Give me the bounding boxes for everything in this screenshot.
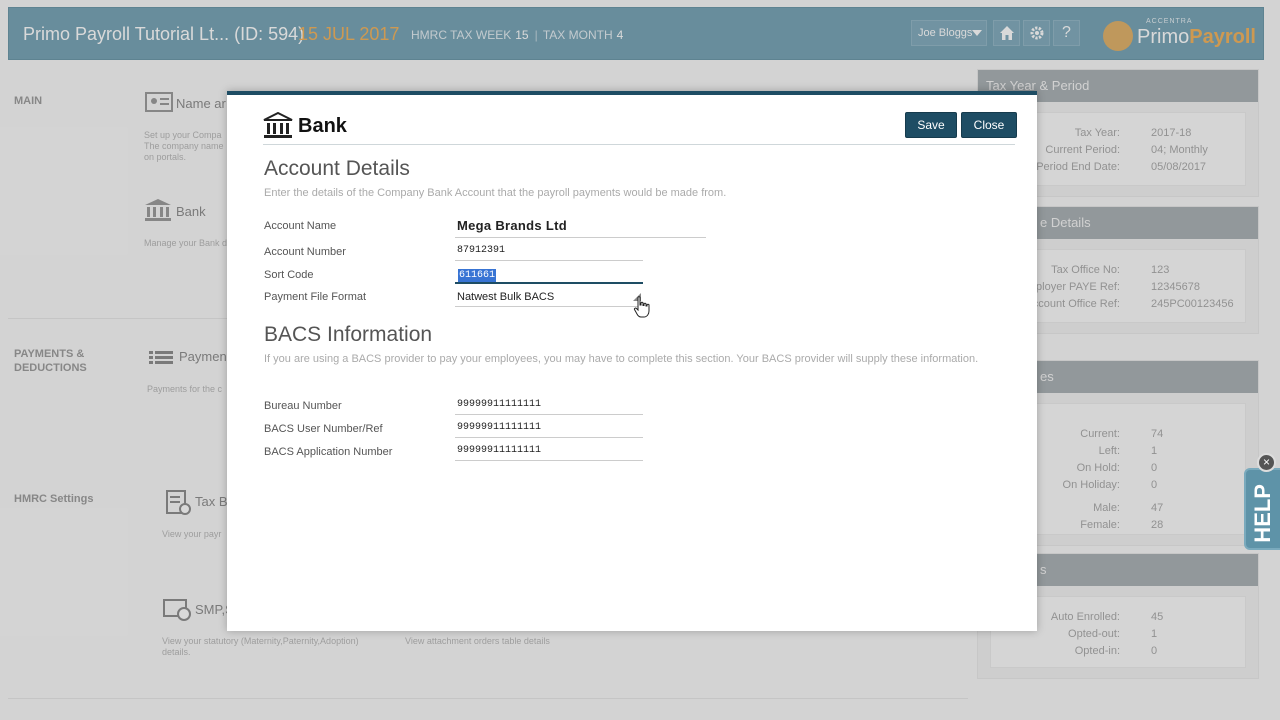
bacs-heading: BACS Information bbox=[264, 323, 433, 346]
divider bbox=[263, 144, 1015, 145]
payment-format-select[interactable]: Natwest Bulk BACS bbox=[455, 287, 643, 307]
help-label: HELP bbox=[1250, 484, 1275, 543]
save-button[interactable]: Save bbox=[905, 112, 957, 138]
dialog-title: Bank bbox=[298, 115, 347, 137]
help-tab[interactable]: HELP bbox=[1244, 468, 1280, 550]
sort-code-label: Sort Code bbox=[264, 269, 314, 281]
close-icon[interactable]: × bbox=[1257, 453, 1276, 472]
bacs-app-number-input[interactable] bbox=[455, 441, 643, 461]
account-name-label: Account Name bbox=[264, 220, 337, 232]
account-name-input[interactable] bbox=[455, 214, 706, 238]
sort-code-value: 611661 bbox=[458, 269, 497, 282]
close-button[interactable]: Close bbox=[961, 112, 1017, 138]
bacs-desc: If you are using a BACS provider to pay … bbox=[264, 353, 979, 365]
hand-cursor-icon bbox=[633, 296, 650, 318]
bureau-number-label: Bureau Number bbox=[264, 400, 342, 412]
account-details-desc: Enter the details of the Company Bank Ac… bbox=[264, 187, 727, 199]
account-number-input[interactable] bbox=[455, 241, 643, 261]
payment-format-label: Payment File Format bbox=[264, 291, 367, 303]
bacs-user-ref-input[interactable] bbox=[455, 418, 643, 438]
bank-dialog: Bank Save Close Account Details Enter th… bbox=[227, 91, 1037, 631]
bacs-app-number-label: BACS Application Number bbox=[264, 446, 393, 458]
bacs-user-ref-label: BACS User Number/Ref bbox=[264, 423, 383, 435]
account-details-heading: Account Details bbox=[264, 157, 410, 180]
payment-format-value: Natwest Bulk BACS bbox=[457, 291, 555, 303]
bureau-number-input[interactable] bbox=[455, 395, 643, 415]
account-number-label: Account Number bbox=[264, 246, 346, 258]
bank-icon bbox=[263, 112, 293, 138]
